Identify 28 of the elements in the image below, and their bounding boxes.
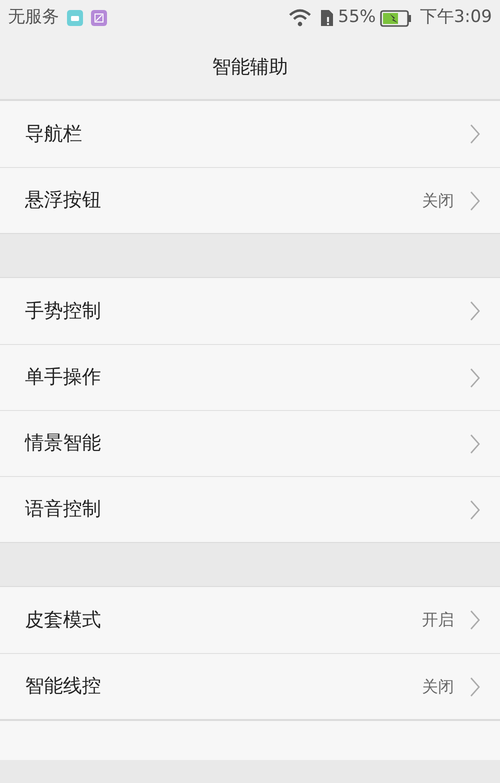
chevron-right-icon bbox=[470, 500, 480, 520]
row-label: 导航栏 bbox=[25, 122, 83, 147]
chevron-right-icon bbox=[470, 676, 480, 696]
row-value: 关闭 bbox=[422, 676, 454, 698]
row-label: 皮套模式 bbox=[25, 608, 102, 633]
row-label: 单手操作 bbox=[25, 365, 102, 390]
chevron-right-icon bbox=[470, 368, 480, 388]
row-label: 悬浮按钮 bbox=[25, 188, 102, 214]
app-notification-icon bbox=[67, 10, 83, 26]
wifi-icon bbox=[288, 9, 312, 27]
row-label: 智能线控 bbox=[25, 674, 102, 700]
row-label: 情景智能 bbox=[25, 431, 102, 456]
row-label: 手势控制 bbox=[25, 298, 102, 324]
sim-card-icon bbox=[320, 9, 334, 27]
chevron-right-icon bbox=[470, 190, 480, 210]
battery-charging-icon bbox=[380, 10, 412, 26]
chevron-right-icon bbox=[470, 610, 480, 630]
clock-text: 下午3:09 bbox=[420, 6, 492, 30]
carrier-text: 无服务 bbox=[8, 6, 59, 30]
chevron-right-icon bbox=[470, 434, 480, 454]
image-notification-icon bbox=[91, 10, 107, 26]
page-title: 智能辅助 bbox=[212, 55, 288, 80]
chevron-right-icon bbox=[470, 301, 480, 321]
row-value: 关闭 bbox=[422, 190, 454, 212]
chevron-right-icon bbox=[470, 124, 480, 144]
battery-percentage: 55% bbox=[338, 6, 376, 30]
row-label: 语音控制 bbox=[25, 497, 102, 522]
row-value: 开启 bbox=[422, 609, 454, 631]
